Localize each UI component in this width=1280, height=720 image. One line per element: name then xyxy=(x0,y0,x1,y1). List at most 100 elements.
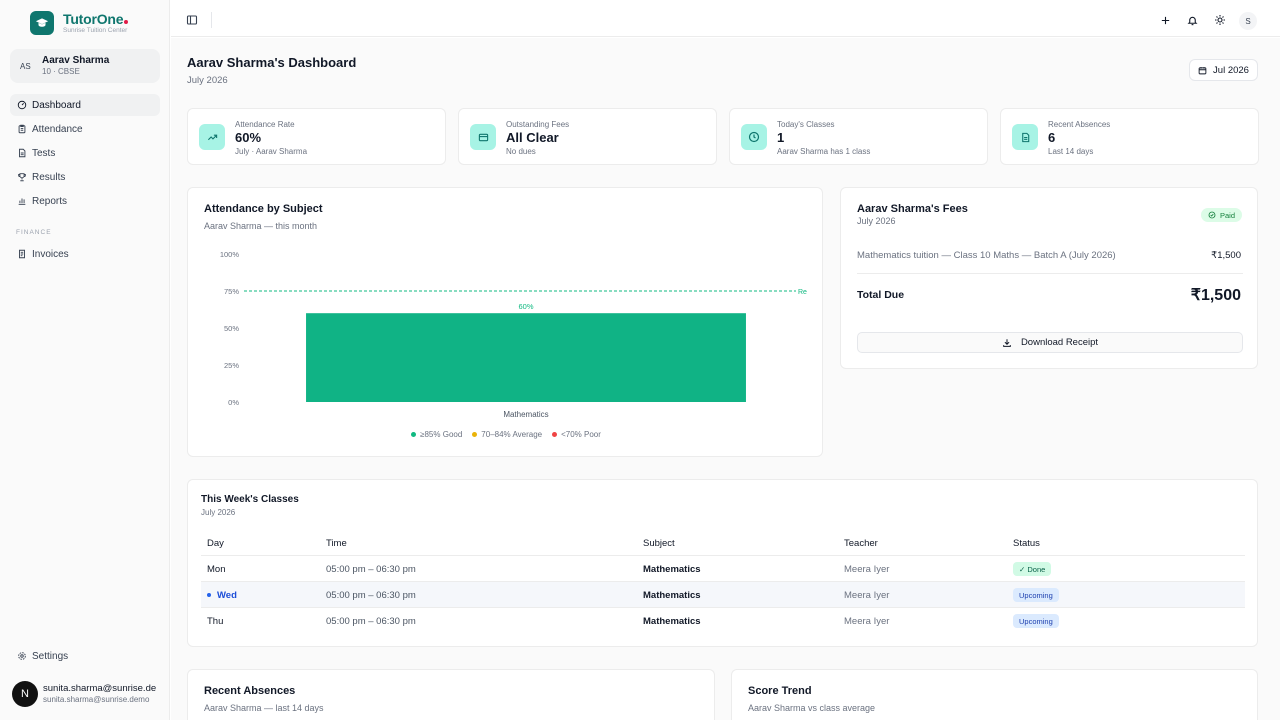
sidebar-item-invoices[interactable]: Invoices xyxy=(10,243,160,265)
attendance-chart-card: Attendance by Subject Aarav Sharma — thi… xyxy=(187,187,823,457)
cell-teacher: Meera Iyer xyxy=(844,564,890,575)
today-indicator xyxy=(207,593,211,598)
stat-card-absences: Recent Absences 6 Last 14 days xyxy=(1000,108,1259,165)
table-row[interactable]: Thu 05:00 pm – 06:30 pm Mathematics Meer… xyxy=(201,608,1245,634)
data-label: 60% xyxy=(518,302,533,311)
sidebar-item-tests[interactable]: Tests xyxy=(10,142,160,164)
sidebar-item-attendance[interactable]: Attendance xyxy=(10,118,160,140)
download-receipt-button[interactable]: Download Receipt xyxy=(857,332,1243,353)
sidebar-item-reports[interactable]: Reports xyxy=(10,190,160,212)
student-name: Aarav Sharma xyxy=(42,55,110,66)
table-header: Day Time Subject Teacher Status xyxy=(201,533,1245,556)
invoice-icon xyxy=(17,249,27,259)
card-subtitle: July 2026 xyxy=(857,216,896,226)
stat-sub: No dues xyxy=(506,147,536,156)
chart-legend: ≥85% Good 70–84% Average <70% Poor xyxy=(188,430,824,439)
y-tick-label: 75% xyxy=(224,287,239,296)
file-text-icon xyxy=(1012,124,1038,150)
main-nav: Dashboard Attendance Tests Results Repor… xyxy=(10,94,160,214)
stat-value: 60% xyxy=(235,130,262,145)
stat-label: Attendance Rate xyxy=(235,120,295,129)
clipboard-icon xyxy=(17,124,27,134)
sidebar-item-label: Dashboard xyxy=(32,99,81,111)
credit-card-icon xyxy=(470,124,496,150)
sidebar-item-label: Tests xyxy=(32,147,56,159)
classes-table: Day Time Subject Teacher Status Mon 05:0… xyxy=(201,533,1245,634)
table-row[interactable]: Wed 05:00 pm – 06:30 pm Mathematics Meer… xyxy=(201,582,1245,608)
sidebar-toggle-icon[interactable] xyxy=(186,14,198,26)
stat-value: 6 xyxy=(1048,130,1056,145)
account-menu[interactable]: N sunita.sharma@sunrise.de sunita.sharma… xyxy=(12,681,156,707)
sidebar-item-settings[interactable]: Settings xyxy=(10,645,160,667)
account-avatar: N xyxy=(12,681,38,707)
card-subtitle: Aarav Sharma vs class average xyxy=(748,703,876,713)
bar-mathematics xyxy=(306,313,746,402)
brand[interactable]: TutorOne Sunrise Tuition Center xyxy=(30,11,129,35)
stat-value: 1 xyxy=(777,130,785,145)
sidebar-item-label: Attendance xyxy=(32,123,83,135)
page-subtitle: July 2026 xyxy=(187,75,228,86)
cell-time: 05:00 pm – 06:30 pm xyxy=(326,616,416,627)
cell-day: Mon xyxy=(207,564,226,575)
bell-icon[interactable] xyxy=(1186,14,1198,26)
trophy-icon xyxy=(17,172,27,182)
stat-label: Recent Absences xyxy=(1048,120,1111,129)
user-avatar[interactable]: S xyxy=(1239,12,1257,30)
card-subtitle: Aarav Sharma — last 14 days xyxy=(204,703,324,713)
reference-line-label: Re xyxy=(798,289,807,296)
total-due-amount: ₹1,500 xyxy=(1190,287,1241,304)
cell-time: 05:00 pm – 06:30 pm xyxy=(326,590,416,601)
legend-label: 70–84% Average xyxy=(481,430,543,439)
toolbar-divider xyxy=(211,12,212,28)
stat-sub: July · Aarav Sharma xyxy=(235,147,308,156)
column-header: Time xyxy=(326,538,347,549)
clock-icon xyxy=(741,124,767,150)
sidebar-item-dashboard[interactable]: Dashboard xyxy=(10,94,160,116)
brand-dot xyxy=(124,19,129,24)
document-icon xyxy=(17,148,27,158)
calendar-icon xyxy=(1198,66,1207,74)
main-content: Aarav Sharma's Dashboard July 2026 Jul 2… xyxy=(171,38,1280,720)
sun-icon[interactable] xyxy=(1214,14,1226,26)
gear-icon xyxy=(17,651,27,661)
status-badge-label: Paid xyxy=(1220,210,1236,220)
page-title: Aarav Sharma's Dashboard xyxy=(187,55,357,70)
account-name: sunita.sharma@sunrise.de xyxy=(43,683,157,694)
cell-time: 05:00 pm – 06:30 pm xyxy=(326,564,416,575)
cell-teacher: Meera Iyer xyxy=(844,590,890,601)
graduation-cap-icon xyxy=(30,11,54,35)
column-header: Teacher xyxy=(844,538,878,549)
card-title: Score Trend xyxy=(748,685,812,697)
sidebar-item-label: Results xyxy=(32,171,66,183)
student-switcher[interactable]: AS Aarav Sharma 10 · CBSE xyxy=(10,49,160,83)
student-initials: AS xyxy=(20,61,31,71)
status-badge: Upcoming xyxy=(1013,614,1059,628)
card-title: This Week's Classes xyxy=(201,494,299,505)
divider xyxy=(857,273,1243,274)
fees-card: Aarav Sharma's Fees July 2026 Paid Mathe… xyxy=(840,187,1258,369)
legend-label: ≥85% Good xyxy=(420,430,463,439)
student-meta: 10 · CBSE xyxy=(42,67,80,76)
cell-subject: Mathematics xyxy=(643,616,701,627)
month-picker-button[interactable]: Jul 2026 xyxy=(1189,59,1258,81)
status-badge: ✓ Done xyxy=(1013,562,1052,576)
y-tick-label: 100% xyxy=(220,250,240,259)
dashboard-icon xyxy=(17,100,27,110)
cell-day: Thu xyxy=(207,616,224,627)
plus-icon[interactable] xyxy=(1159,14,1171,26)
account-email: sunita.sharma@sunrise.demo xyxy=(43,695,150,704)
fee-line-item: Mathematics tuition — Class 10 Maths — B… xyxy=(857,250,1116,261)
stat-card-fees: Outstanding Fees All Clear No dues xyxy=(458,108,717,165)
brand-subtitle: Sunrise Tuition Center xyxy=(63,26,128,34)
cell-day: Wed xyxy=(217,590,237,601)
sidebar-item-label: Settings xyxy=(32,650,69,662)
sidebar-item-results[interactable]: Results xyxy=(10,166,160,188)
download-icon xyxy=(1003,338,1011,347)
legend-dot xyxy=(472,432,478,437)
sidebar: TutorOne Sunrise Tuition Center AS Aarav… xyxy=(0,0,170,720)
table-row[interactable]: Mon 05:00 pm – 06:30 pm Mathematics Meer… xyxy=(201,556,1245,582)
stat-cards: Attendance Rate 60% July · Aarav Sharma … xyxy=(187,108,1259,165)
stat-card-classes: Today's Classes 1 Aarav Sharma has 1 cla… xyxy=(729,108,988,165)
card-title: Aarav Sharma's Fees xyxy=(857,203,968,215)
cell-subject: Mathematics xyxy=(643,564,701,575)
